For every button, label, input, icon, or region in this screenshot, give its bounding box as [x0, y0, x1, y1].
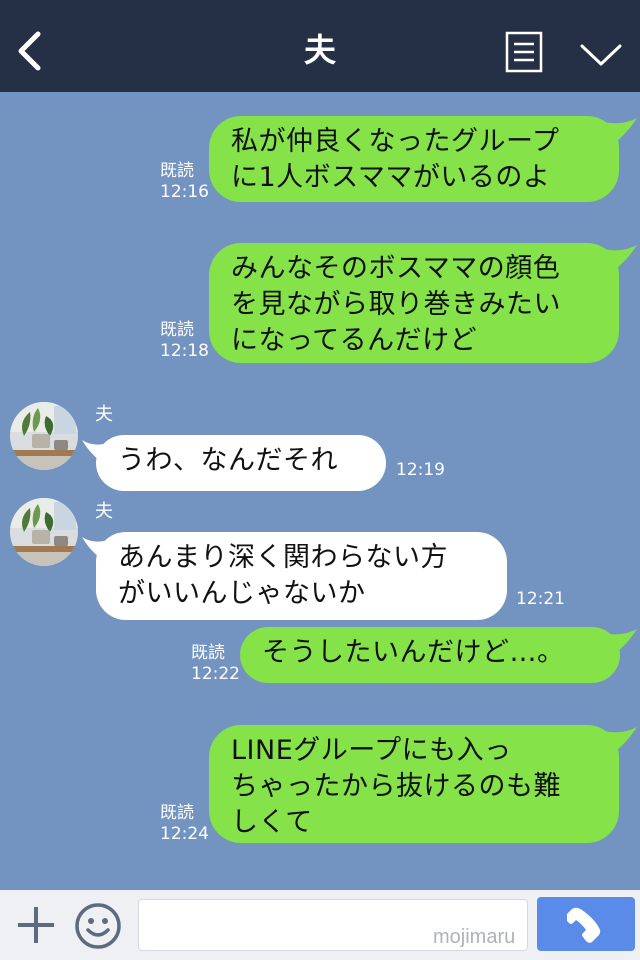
message-time: 12:19 — [396, 460, 445, 480]
contact-avatar[interactable] — [10, 402, 78, 470]
their-message-bubble: あんまり深く関わらない方 がいいんじゃないか — [96, 532, 507, 620]
header-bar: 夫 — [0, 0, 640, 92]
menu-button[interactable] — [505, 31, 543, 73]
message-meta: 既読 12:24 — [160, 803, 209, 845]
plus-icon — [18, 907, 54, 943]
bubble-tail — [604, 118, 637, 142]
contact-avatar[interactable] — [10, 498, 78, 566]
my-message-bubble: そうしたいんだけど…。 — [240, 627, 620, 683]
my-message-bubble: LINEグループにも入っ ちゃったから抜けるのも難 しくて — [209, 725, 619, 843]
chat-screen: 夫 既読 12:16 私が仲良くなったグループ に1人ボスママがいるのよ 既読 … — [0, 0, 640, 960]
their-message-bubble: うわ、なんだそれ — [96, 435, 386, 491]
avatar-image — [10, 402, 78, 470]
message-time: 12:21 — [516, 589, 565, 609]
message-time: 12:18 — [160, 341, 209, 361]
message-time: 12:22 — [191, 664, 240, 684]
message-meta: 既読 12:16 — [160, 161, 209, 203]
read-receipt: 既読 — [160, 803, 194, 823]
chat-title: 夫 — [303, 31, 336, 69]
message-meta: 既読 12:18 — [160, 320, 209, 362]
phone-icon — [567, 907, 601, 943]
smiley-icon — [75, 903, 121, 949]
chevron-left-icon — [18, 31, 41, 71]
collapse-button[interactable] — [578, 38, 624, 72]
input-bar — [0, 890, 640, 960]
my-message-bubble: 私が仲良くなったグループ に1人ボスママがいるのよ — [209, 116, 619, 202]
bubble-tail — [604, 629, 637, 653]
message-meta: 既読 12:22 — [191, 643, 240, 685]
add-button[interactable] — [14, 903, 58, 947]
sender-name: 夫 — [95, 404, 113, 425]
avatar-image — [10, 498, 78, 566]
message-time: 12:24 — [160, 824, 209, 844]
bubble-tail — [604, 245, 637, 269]
emoji-button[interactable] — [74, 902, 122, 950]
message-input[interactable] — [138, 899, 528, 951]
call-button[interactable] — [537, 897, 635, 951]
read-receipt: 既読 — [160, 161, 194, 181]
read-receipt: 既読 — [160, 320, 194, 340]
chevron-down-icon — [580, 44, 622, 66]
sender-name: 夫 — [95, 501, 113, 522]
back-button[interactable] — [10, 26, 50, 76]
message-time: 12:16 — [160, 182, 209, 202]
bubble-tail — [604, 727, 637, 751]
my-message-bubble: みんなそのボスママの顔色 を見ながら取り巻きみたい になってるんだけど — [209, 243, 619, 363]
read-receipt: 既読 — [191, 643, 225, 663]
list-menu-icon — [505, 31, 543, 73]
